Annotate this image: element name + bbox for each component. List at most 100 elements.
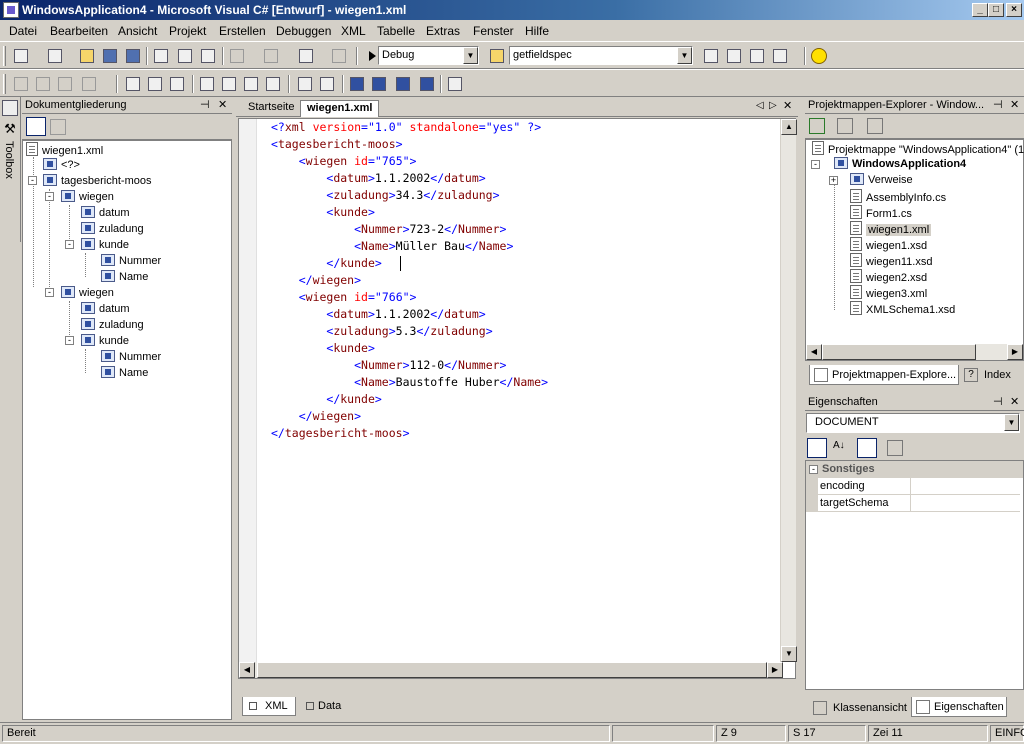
scroll-down-icon[interactable]: ▼: [781, 646, 797, 662]
collapse-icon[interactable]: -: [65, 336, 74, 345]
xml-tool-6-icon[interactable]: [146, 75, 164, 93]
bookmark-icon[interactable]: [348, 75, 366, 93]
tab-wiegen1-xml[interactable]: wiegen1.xml: [300, 100, 380, 117]
scroll-left-icon[interactable]: ◀: [806, 344, 822, 360]
categorized-icon[interactable]: [807, 438, 827, 458]
hammer-icon[interactable]: ⚒: [2, 121, 18, 137]
indent-icon[interactable]: [318, 75, 336, 93]
code-line[interactable]: <kunde>: [271, 204, 548, 221]
outdent-icon[interactable]: [296, 75, 314, 93]
property-category[interactable]: - Sonstiges: [806, 461, 1023, 478]
code-line[interactable]: <Name>Baustoffe Huber</Name>: [271, 374, 548, 391]
find-in-files-icon[interactable]: [488, 47, 506, 65]
properties-icon[interactable]: [837, 118, 853, 134]
tree-item-zuladung[interactable]: zuladung: [81, 222, 144, 235]
class-view-icon[interactable]: [771, 47, 789, 65]
tree-item-nummer[interactable]: Nummer: [101, 254, 161, 267]
tree-item-wiegen11-xsd[interactable]: wiegen11.xsd: [850, 253, 932, 268]
scroll-thumb[interactable]: [257, 662, 767, 678]
tab-properties[interactable]: Eigenschaften: [911, 697, 1007, 717]
code-line[interactable]: </kunde>: [271, 391, 548, 408]
menu-xml[interactable]: XML: [341, 24, 366, 38]
next-bookmark-icon[interactable]: [370, 75, 388, 93]
menu-fenster[interactable]: Fenster: [473, 24, 514, 38]
close-icon[interactable]: ✕: [1010, 395, 1019, 408]
tree-item-verweise[interactable]: Verweise: [850, 173, 913, 186]
toolbar-grip[interactable]: [3, 46, 6, 66]
tree-item-wiegen3-xml[interactable]: wiegen3.xml: [850, 285, 927, 300]
copy-icon[interactable]: [176, 47, 194, 65]
close-icon[interactable]: ✕: [218, 98, 227, 111]
tab-xml-view[interactable]: XML: [242, 697, 296, 716]
menu-extras[interactable]: Extras: [426, 24, 460, 38]
navigate-back-icon[interactable]: [297, 47, 315, 65]
collapse-icon[interactable]: -: [45, 288, 54, 297]
tree-item-xmlschema1[interactable]: XMLSchema1.xsd: [850, 301, 955, 316]
code-line[interactable]: </wiegen>: [271, 272, 548, 289]
menu-debuggen[interactable]: Debuggen: [276, 24, 331, 38]
expand-icon[interactable]: +: [829, 176, 838, 185]
menu-projekt[interactable]: Projekt: [169, 24, 206, 38]
tree-item-file[interactable]: wiegen1.xml: [26, 142, 103, 157]
xml-tool-2-icon[interactable]: [34, 75, 52, 93]
code-line[interactable]: <wiegen id="765">: [271, 153, 548, 170]
xml-tool-7-icon[interactable]: [168, 75, 186, 93]
tree-item-form1[interactable]: Form1.cs: [850, 205, 912, 220]
xml-tool-11-icon[interactable]: [264, 75, 282, 93]
tree-item-project[interactable]: WindowsApplication4: [834, 157, 966, 170]
refresh-icon[interactable]: [809, 118, 825, 134]
toolbar-grip[interactable]: [3, 74, 6, 94]
code-area[interactable]: <?xml version="1.0" standalone="yes" ?> <…: [271, 119, 548, 442]
menu-erstellen[interactable]: Erstellen: [219, 24, 266, 38]
save-icon[interactable]: [101, 47, 119, 65]
tree-item-tagesbericht[interactable]: tagesbericht-moos: [43, 174, 152, 187]
tree-item-assemblyinfo[interactable]: AssemblyInfo.cs: [850, 189, 946, 204]
menu-tabelle[interactable]: Tabelle: [377, 24, 415, 38]
scroll-thumb[interactable]: [822, 344, 976, 360]
tree-item-solution[interactable]: Projektmappe "WindowsApplication4" (1: [812, 141, 1024, 156]
undo-icon[interactable]: [228, 47, 246, 65]
paste-icon[interactable]: [199, 47, 217, 65]
tree-item-wiegen[interactable]: wiegen: [61, 286, 114, 299]
xml-tool-4-icon[interactable]: [80, 75, 98, 93]
code-line[interactable]: <datum>1.1.2002</datum>: [271, 170, 548, 187]
scroll-up-icon[interactable]: ▲: [781, 119, 797, 135]
property-pages-icon[interactable]: [887, 440, 903, 456]
code-line[interactable]: <?xml version="1.0" standalone="yes" ?>: [271, 119, 548, 136]
tree-item-kunde[interactable]: kunde: [81, 334, 129, 347]
tree-item-kunde[interactable]: kunde: [81, 238, 129, 251]
xml-tool-5-icon[interactable]: [124, 75, 142, 93]
collapse-icon[interactable]: -: [809, 465, 818, 474]
tab-index[interactable]: ? Index: [962, 365, 1020, 385]
close-button[interactable]: ×: [1006, 3, 1022, 17]
tab-scroll-right-icon[interactable]: ▷: [769, 100, 777, 111]
tree-item-wiegen2-xsd[interactable]: wiegen2.xsd: [850, 269, 927, 284]
tree-item-wiegen1-xsd[interactable]: wiegen1.xsd: [850, 237, 927, 252]
scroll-left-icon[interactable]: ◀: [239, 662, 255, 678]
find-combo[interactable]: getfieldspec ▼: [509, 46, 693, 65]
redo-icon[interactable]: [262, 47, 280, 65]
collapse-icon[interactable]: -: [28, 176, 37, 185]
code-line[interactable]: <zuladung>34.3</zuladung>: [271, 187, 548, 204]
tree-item-datum[interactable]: datum: [81, 206, 130, 219]
properties-object-combo[interactable]: DOCUMENT ▼: [806, 413, 1020, 433]
code-line[interactable]: <datum>1.1.2002</datum>: [271, 306, 548, 323]
code-line[interactable]: <zuladung>5.3</zuladung>: [271, 323, 548, 340]
close-icon[interactable]: ✕: [783, 99, 792, 112]
open-icon[interactable]: [78, 47, 96, 65]
pin-icon[interactable]: ⊣: [993, 395, 1003, 408]
outline-alt-view-icon[interactable]: [50, 119, 66, 135]
xml-tool-1-icon[interactable]: [12, 75, 30, 93]
minimize-button[interactable]: _: [972, 3, 988, 17]
navigate-forward-icon[interactable]: [330, 47, 348, 65]
toolbox-icon[interactable]: [748, 47, 766, 65]
property-row-targetschema[interactable]: targetSchema: [806, 495, 1020, 512]
chevron-down-icon[interactable]: ▼: [677, 47, 692, 64]
chevron-down-icon[interactable]: ▼: [463, 47, 478, 64]
maximize-button[interactable]: □: [988, 3, 1004, 17]
code-line[interactable]: </kunde>: [271, 255, 548, 272]
tree-item-name[interactable]: Name: [101, 270, 148, 283]
pin-icon[interactable]: ⊣: [200, 98, 210, 111]
solution-explorer-icon[interactable]: [702, 47, 720, 65]
save-all-icon[interactable]: [124, 47, 142, 65]
